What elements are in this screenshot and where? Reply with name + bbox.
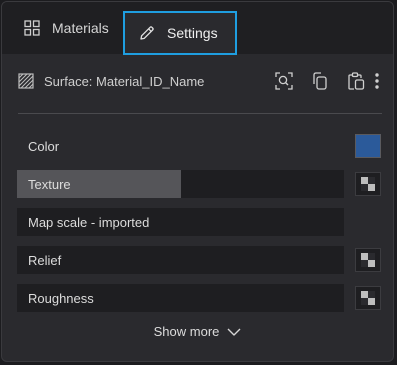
- tab-materials[interactable]: Materials: [2, 2, 122, 54]
- property-label: Map scale - imported: [28, 214, 150, 230]
- chevron-down-icon: [227, 327, 241, 337]
- property-label: Color: [28, 138, 60, 154]
- show-more-button[interactable]: Show more: [2, 324, 393, 339]
- settings-panel: Materials Settings Surface: Material_ID_…: [1, 1, 394, 362]
- surface-label: Surface: Material_ID_Name: [44, 73, 205, 89]
- relief-texture-button[interactable]: [355, 248, 381, 272]
- property-row-roughness[interactable]: Roughness: [17, 284, 344, 312]
- tab-settings-label: Settings: [167, 25, 218, 41]
- paste-icon[interactable]: [344, 69, 368, 93]
- roughness-texture-button[interactable]: [355, 286, 381, 310]
- divider: [18, 113, 382, 114]
- color-swatch[interactable]: [355, 134, 381, 158]
- tab-settings[interactable]: Settings: [123, 11, 237, 55]
- property-row-texture[interactable]: Texture: [17, 170, 344, 198]
- surface-actions: [260, 69, 382, 93]
- property-label: Relief: [28, 252, 62, 268]
- texture-button[interactable]: [355, 172, 381, 196]
- property-row-map-scale[interactable]: Map scale - imported: [17, 208, 344, 236]
- checker-icon: [361, 253, 375, 267]
- property-label: Texture: [28, 176, 71, 192]
- grid-icon: [24, 20, 40, 36]
- show-more-label: Show more: [153, 324, 220, 339]
- tab-materials-label: Materials: [52, 20, 109, 36]
- tab-bar: Materials Settings: [2, 2, 393, 55]
- more-vertical-icon[interactable]: [372, 69, 382, 93]
- property-row-relief[interactable]: Relief: [17, 246, 344, 274]
- copy-icon[interactable]: [308, 69, 332, 93]
- checker-icon: [361, 177, 375, 191]
- property-row-color[interactable]: Color: [17, 132, 344, 160]
- pencil-icon: [139, 25, 155, 41]
- surface-header: Surface: Material_ID_Name: [18, 66, 382, 96]
- hatch-icon: [18, 73, 34, 89]
- checker-icon: [361, 291, 375, 305]
- zoom-select-icon[interactable]: [272, 69, 296, 93]
- property-label: Roughness: [28, 290, 94, 306]
